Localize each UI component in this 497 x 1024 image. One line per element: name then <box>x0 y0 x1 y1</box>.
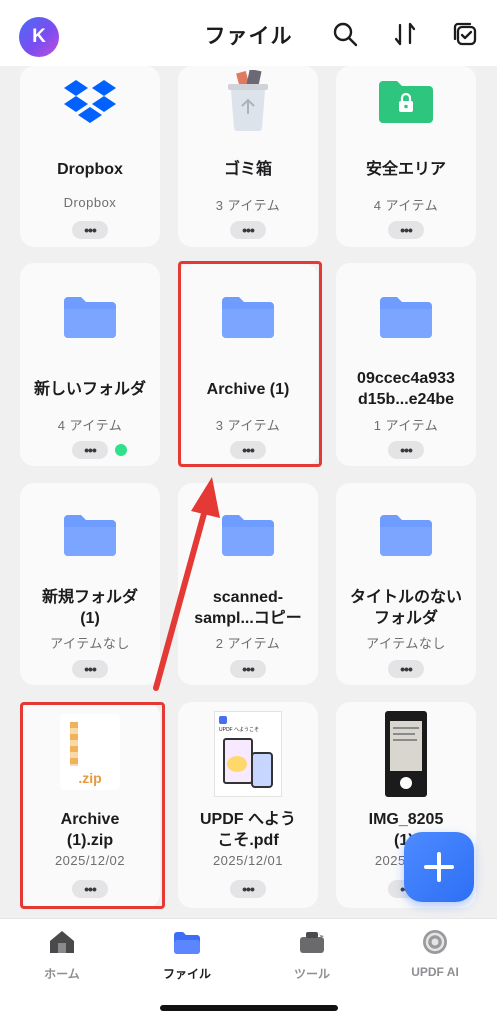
tile-name-line: タイトルのない <box>349 589 462 606</box>
plus-icon <box>424 852 454 882</box>
tile-meta: 4 アイテム <box>373 198 439 213</box>
more-button[interactable]: ••• <box>230 880 266 898</box>
top-app-bar: K ファイル <box>0 0 497 66</box>
ai-icon <box>420 927 450 957</box>
tile-folder[interactable]: scanned- sampl...コピー 2 アイテム ••• <box>178 483 318 685</box>
more-button[interactable]: ••• <box>230 660 266 678</box>
tile-meta: 2025/12/01 <box>212 853 284 868</box>
more-button[interactable]: ••• <box>388 441 424 459</box>
secure-folder-icon <box>336 70 476 132</box>
home-icon <box>47 927 77 957</box>
pdf-thumbnail: UPDF へようこそ <box>178 710 318 798</box>
home-indicator <box>160 1005 338 1011</box>
tile-name-line: フォルダ <box>373 610 438 627</box>
tile-meta: アイテムなし <box>50 636 130 651</box>
tile-name-line: scanned- <box>212 589 284 606</box>
tile-folder[interactable]: タイトルのない フォルダ アイテムなし ••• <box>336 483 476 685</box>
tile-meta: 2 アイテム <box>215 636 281 651</box>
files-icon <box>172 927 202 957</box>
folder-icon <box>178 509 318 561</box>
tile-name: 09ccec4a933 d15b...e24be <box>342 368 470 410</box>
avatar-initial: K <box>32 26 46 47</box>
sort-icon[interactable] <box>391 20 419 48</box>
tile-meta: 1 アイテム <box>373 418 439 433</box>
tab-label: ホーム <box>44 967 80 981</box>
tile-meta: アイテムなし <box>366 636 446 651</box>
search-icon[interactable] <box>331 20 359 48</box>
trash-icon <box>178 68 318 134</box>
more-button[interactable]: ••• <box>72 221 108 239</box>
more-button[interactable]: ••• <box>388 660 424 678</box>
sync-status-dot <box>115 444 127 456</box>
tab-updf-ai[interactable]: UPDF AI <box>385 927 485 987</box>
tile-pdf-file[interactable]: UPDF へようこそ UPDF へよう こそ.pdf 2025/12/01 ••… <box>178 702 318 908</box>
image-thumbnail <box>336 710 476 798</box>
tile-folder[interactable]: 新規フォルダ (1) アイテムなし ••• <box>20 483 160 685</box>
tile-name: 新しいフォルダ <box>33 381 146 398</box>
more-button[interactable]: ••• <box>230 221 266 239</box>
tile-name-line: 新規フォルダ <box>41 589 138 606</box>
tile-dropbox[interactable]: Dropbox Dropbox ••• <box>20 66 160 247</box>
tile-trash[interactable]: ゴミ箱 3 アイテム ••• <box>178 66 318 247</box>
more-button[interactable]: ••• <box>72 441 108 459</box>
tile-name-line: IMG_8205 <box>368 811 444 828</box>
more-button[interactable]: ••• <box>388 221 424 239</box>
dropbox-icon <box>20 72 160 132</box>
tile-folder[interactable]: 新しいフォルダ 4 アイテム ••• <box>20 263 160 466</box>
tile-name: ゴミ箱 <box>223 161 272 178</box>
folder-icon <box>20 291 160 343</box>
select-icon[interactable] <box>451 20 479 48</box>
tab-label: UPDF AI <box>411 965 459 979</box>
tile-name: Dropbox <box>57 161 123 178</box>
tools-icon <box>297 927 327 957</box>
folder-icon <box>336 509 476 561</box>
tile-name: scanned- sampl...コピー <box>184 587 312 629</box>
tile-name: UPDF へよう こそ.pdf <box>184 809 312 851</box>
tile-meta: 4 アイテム <box>57 418 123 433</box>
tile-name-line: こそ.pdf <box>217 832 279 849</box>
more-button[interactable]: ••• <box>72 660 108 678</box>
tab-tools[interactable]: ツール <box>262 927 362 987</box>
tile-name: 新規フォルダ (1) <box>26 587 154 629</box>
tile-folder[interactable]: 09ccec4a933 d15b...e24be 1 アイテム ••• <box>336 263 476 466</box>
folder-icon <box>20 509 160 561</box>
tile-name: タイトルのない フォルダ <box>342 587 470 629</box>
page-title: ファイル <box>204 25 293 48</box>
tile-meta: Dropbox <box>63 195 117 210</box>
pdf-heading: UPDF へようこそ <box>219 727 260 733</box>
tile-name-line: UPDF へよう <box>199 811 296 828</box>
tab-label: ツール <box>293 967 330 981</box>
highlight-box <box>178 261 322 467</box>
add-button[interactable] <box>404 832 474 902</box>
tile-secure-area[interactable]: 安全エリア 4 アイテム ••• <box>336 66 476 247</box>
tile-name-line: sampl...コピー <box>194 610 302 627</box>
highlight-box <box>20 702 165 909</box>
tab-home[interactable]: ホーム <box>12 927 112 987</box>
user-avatar[interactable]: K <box>19 17 59 57</box>
folder-icon <box>336 291 476 343</box>
tab-label: ファイル <box>162 967 211 981</box>
tile-name-line: (1) <box>80 610 100 627</box>
tile-meta: 3 アイテム <box>215 198 281 213</box>
tile-name-line: 09ccec4a933 <box>357 370 455 387</box>
tile-name-line: d15b...e24be <box>357 391 455 408</box>
tab-files[interactable]: ファイル <box>137 927 237 987</box>
tile-name: 安全エリア <box>365 161 446 178</box>
